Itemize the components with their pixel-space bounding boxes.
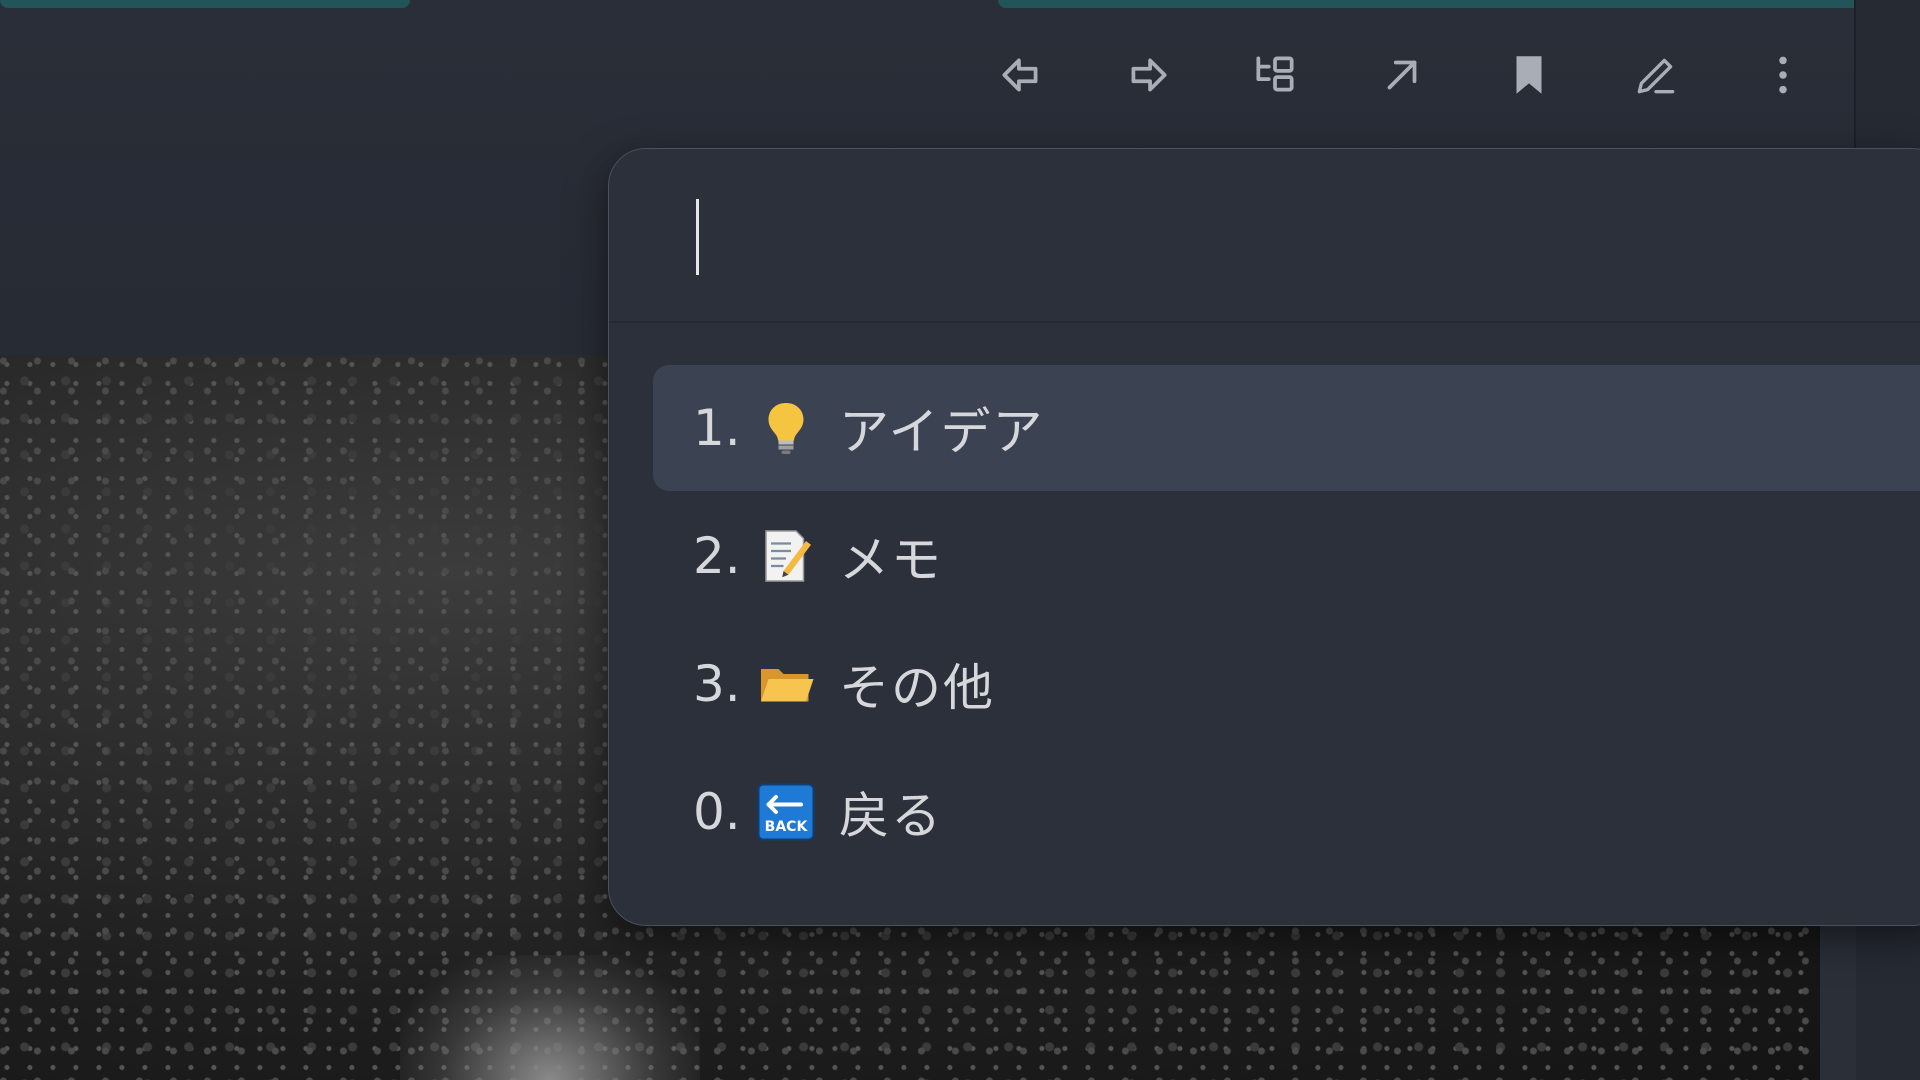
memo-icon (755, 525, 817, 587)
navigate-back-button[interactable] (985, 44, 1057, 106)
bookmark-button[interactable] (1493, 44, 1565, 106)
more-options-button[interactable] (1747, 44, 1819, 106)
suggestion-item-idea[interactable]: 1. アイデア (653, 365, 1920, 491)
folder-icon (755, 653, 817, 715)
back-icon: BACK (755, 781, 817, 843)
suggestion-item-memo[interactable]: 2. メモ (653, 493, 1920, 619)
suggestion-number: 2. (693, 527, 741, 585)
suggestion-label: 戻る (839, 787, 943, 845)
svg-text:BACK: BACK (765, 819, 809, 835)
pencil-icon (1637, 58, 1675, 94)
suggestion-number: 3. (693, 655, 741, 713)
suggestion-number: 1. (693, 399, 741, 457)
suggestion-modal: 1. アイデア 2. メモ 3. その他 0. BACK 戻る (608, 148, 1920, 926)
view-toolbar (985, 44, 1819, 106)
lightbulb-icon (755, 397, 817, 459)
suggestion-label: その他 (839, 659, 995, 717)
prompt-input[interactable] (693, 194, 1897, 282)
suggestion-label: アイデア (839, 403, 1045, 461)
arrow-up-right-icon (1387, 60, 1417, 90)
text-caret (696, 199, 699, 275)
navigate-forward-button[interactable] (1112, 44, 1184, 106)
suggestion-label: メモ (839, 531, 943, 589)
tab-strip-left (0, 0, 410, 8)
suggestion-list: 1. アイデア 2. メモ 3. その他 0. BACK 戻る (653, 365, 1920, 877)
prompt-input-container (609, 149, 1920, 323)
suggestion-number: 0. (693, 783, 741, 841)
more-vertical-icon (1779, 56, 1787, 94)
suggestion-item-back[interactable]: 0. BACK 戻る (653, 749, 1920, 875)
app-window: 1. アイデア 2. メモ 3. その他 0. BACK 戻る (0, 0, 1920, 1080)
tab-strip-right (998, 0, 1860, 8)
reveal-in-tree-button[interactable] (1239, 44, 1311, 106)
bookmark-icon (1516, 56, 1542, 94)
edit-button[interactable] (1620, 44, 1692, 106)
tree-structure-icon (1256, 56, 1294, 92)
open-in-new-button[interactable] (1366, 44, 1438, 106)
arrow-right-icon (1131, 58, 1167, 92)
suggestion-item-other[interactable]: 3. その他 (653, 621, 1920, 747)
arrow-left-icon (1002, 58, 1038, 92)
